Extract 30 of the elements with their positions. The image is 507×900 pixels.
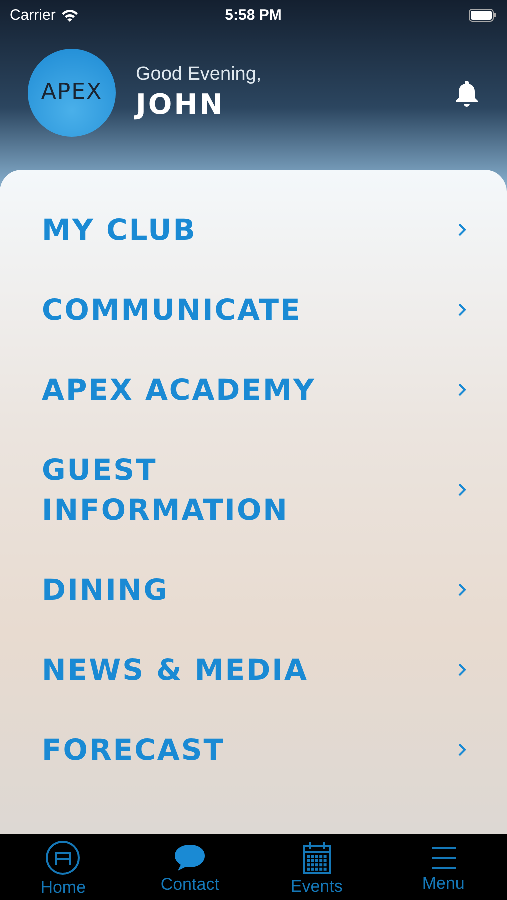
home-icon bbox=[45, 840, 82, 876]
menu-item[interactable]: GUEST INFORMATION bbox=[0, 430, 507, 550]
chevron-icon bbox=[458, 223, 467, 237]
chat-bubble-icon bbox=[173, 843, 208, 873]
tab-button[interactable]: Menu bbox=[388, 840, 499, 894]
battery-icon bbox=[468, 8, 497, 22]
clock-time: 5:58 PM bbox=[225, 6, 282, 24]
carrier-label: Carrier bbox=[10, 6, 56, 24]
bell-icon[interactable] bbox=[455, 78, 479, 106]
wifi-icon bbox=[60, 8, 79, 22]
menu-item[interactable]: FORECAST bbox=[0, 710, 507, 790]
club-logo: APEX bbox=[28, 48, 116, 136]
chevron-icon bbox=[458, 583, 467, 597]
user-name: JOHN bbox=[136, 88, 226, 121]
menu-item[interactable]: NEWS & MEDIA bbox=[0, 630, 507, 710]
tab-button[interactable]: Events bbox=[262, 837, 372, 897]
menu-item[interactable]: MY CLUB bbox=[0, 190, 507, 270]
chevron-icon bbox=[458, 383, 467, 397]
tab-button[interactable]: Home bbox=[8, 836, 118, 898]
menu-item[interactable]: COMMUNICATE bbox=[0, 270, 507, 350]
chevron-icon bbox=[458, 303, 467, 317]
calendar-icon bbox=[302, 841, 332, 875]
chevron-icon bbox=[458, 743, 467, 757]
chevron-icon bbox=[458, 663, 467, 677]
menu-item[interactable]: APEX ACADEMY bbox=[0, 350, 507, 430]
chevron-icon bbox=[458, 483, 467, 497]
menu-item[interactable]: DINING bbox=[0, 550, 507, 630]
greeting-text: Good Evening, bbox=[136, 64, 263, 86]
menu-icon bbox=[430, 844, 458, 872]
tab-button[interactable]: Contact bbox=[135, 839, 246, 895]
